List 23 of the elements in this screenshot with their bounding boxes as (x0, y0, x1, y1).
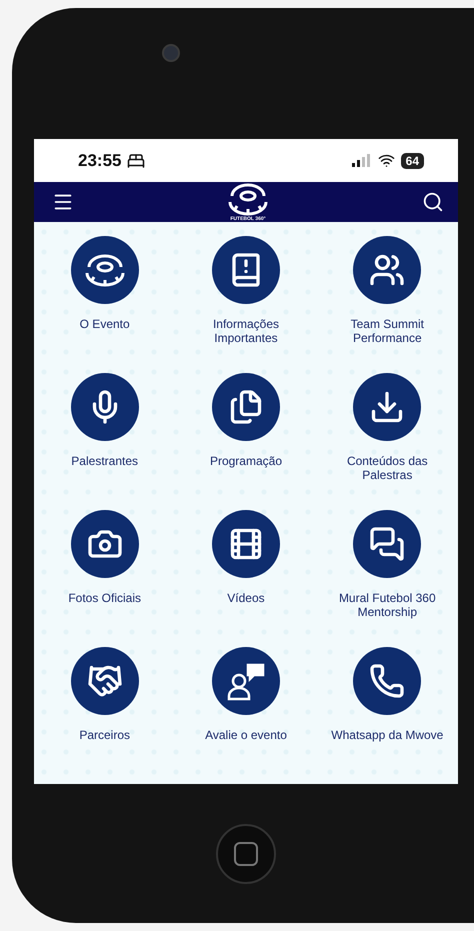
handshake-icon (86, 663, 123, 700)
front-camera (162, 44, 180, 62)
wifi-icon (378, 152, 395, 170)
menu-tile[interactable]: Mural Futebol 360 Mentorship (316, 510, 458, 648)
signal-icon (352, 154, 372, 168)
bed-icon (127, 152, 146, 170)
person-speech-icon (226, 661, 266, 702)
menu-tile[interactable]: Informações Importantes (175, 236, 317, 374)
clock: 23:55 (78, 150, 122, 171)
menu-tile[interactable]: Parceiros (34, 647, 176, 784)
menu-tile[interactable]: O Evento (34, 236, 176, 374)
menu-tile[interactable]: Vídeos (175, 510, 317, 648)
menu-tile[interactable]: Whatsapp da Mwove (316, 647, 458, 784)
battery-indicator: 64 (400, 152, 424, 169)
menu-tile[interactable]: Palestrantes (34, 373, 176, 510)
chat-bubbles-icon (369, 526, 406, 562)
menu-tile[interactable]: Programação (175, 373, 317, 510)
menu-tile[interactable]: Avalie o evento (175, 647, 317, 784)
menu-tile[interactable]: Team Summit Performance (316, 236, 458, 374)
search-icon[interactable] (422, 191, 444, 214)
menu-tile[interactable]: Conteúdos das Palestras (316, 373, 458, 510)
phone-icon (369, 663, 406, 700)
menu-tile[interactable]: Fotos Oficiais (34, 510, 176, 648)
